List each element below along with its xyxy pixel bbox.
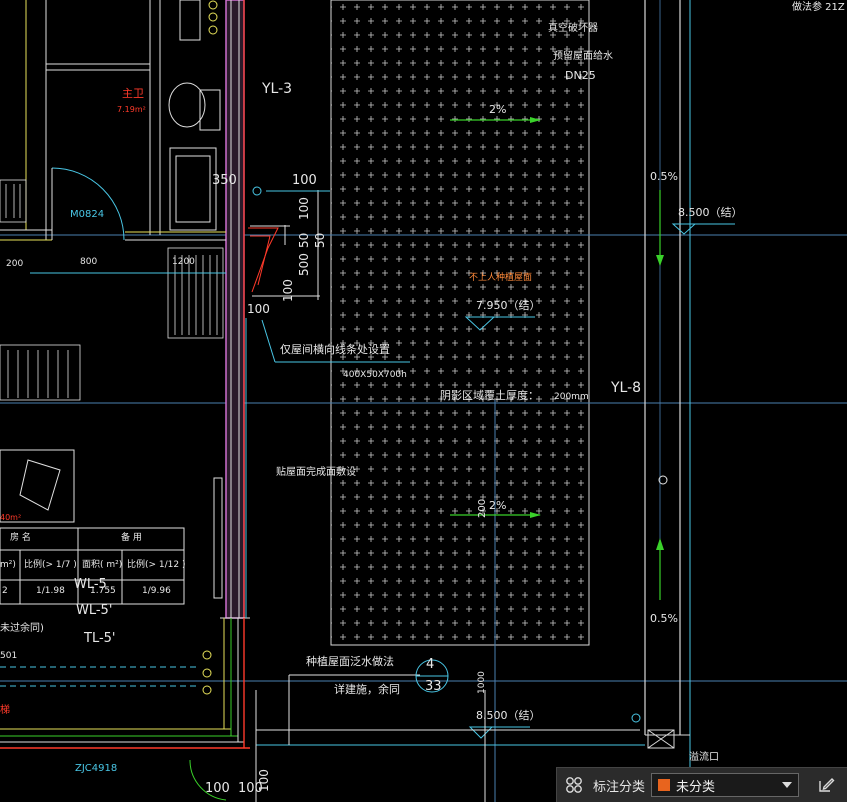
table-header-2: 备 用 (121, 533, 142, 543)
label-planting-roof: 种植屋面泛水做法 (306, 655, 394, 668)
edit-icon[interactable] (809, 768, 843, 802)
category-selected-value: 未分类 (676, 778, 716, 794)
label-master-area: 7.19m² (117, 105, 146, 114)
label-wl5b: WL-5' (76, 603, 113, 618)
label-roof-finish: 贴屋面完成面敷设 (276, 467, 356, 478)
dim-100-d: 100 (205, 781, 230, 796)
table-r1b: 比例(> 1/7 ) (24, 560, 77, 570)
dim-1200: 1200 (172, 257, 195, 267)
callout-sheet: 33 (425, 679, 442, 694)
label-elev-8500-bottom: 8.500（结） (476, 709, 541, 722)
category-color-swatch (658, 779, 671, 791)
label-reserved-water: 预留屋面给水 (553, 51, 613, 62)
table-r2b: 1/1.98 (36, 586, 65, 596)
dim-1000: 1000 (477, 671, 487, 694)
label-zjc4918: ZJC4918 (75, 763, 118, 774)
grid-icon[interactable] (557, 768, 591, 802)
dim-200-h: 200 (6, 259, 24, 269)
dim-500: 500 (297, 253, 311, 276)
table-r1c: 面积( m²) (82, 560, 123, 570)
annotation-category-dropdown[interactable]: 未分类 (651, 773, 800, 797)
dim-50-a: 50 (297, 232, 311, 248)
dim-100-a: 100 (292, 173, 317, 188)
annotation-category-label: 标注分类 (593, 778, 646, 794)
label-elev-8500-top: 8.500（结） (678, 206, 743, 219)
dim-800: 800 (80, 257, 98, 267)
label-slope-top: 2% (489, 103, 507, 116)
table-r2d: 1/9.96 (142, 586, 171, 596)
label-nonhuman-roof: 不上人种植屋面 (469, 273, 533, 283)
dim-50-b: 50 (313, 232, 327, 248)
label-slope-right-top: 0.5% (650, 170, 678, 183)
label-overflow: 溢流口 (689, 752, 719, 763)
annotation-toolbar: 标注分类 未分类 (556, 767, 847, 802)
chevron-down-icon (782, 782, 793, 788)
label-wl5a: WL-5 (74, 577, 107, 592)
callout-number: 4 (426, 657, 435, 672)
dim-100-b: 100 (281, 279, 295, 302)
label-not-included: 未过余同) (0, 623, 44, 634)
label-elev-7950: 7.950（结） (476, 299, 541, 312)
label-yl8: YL-8 (611, 380, 642, 396)
dim-100-f: 100 (257, 769, 271, 792)
dim-501: 501 (0, 651, 18, 661)
table-header-1: 房 名 (10, 533, 31, 543)
label-note-beam: 仅屋间横向线条处设置 (280, 343, 390, 356)
label-door-m0824: M0824 (70, 209, 105, 220)
label-master-bath: 主卫 (122, 87, 144, 100)
label-stair: 梯 (0, 705, 10, 716)
label-vacuum-breaker: 真空破坏器 (548, 23, 598, 34)
label-tl5: TL-5' (84, 631, 116, 646)
label-room-area: 40m² (0, 513, 22, 522)
label-beam-size: 400X50X700h (343, 370, 407, 380)
label-slope-right-bottom: 0.5% (650, 612, 678, 625)
dim-200-v: 200 (477, 498, 488, 518)
dim-100-v: 100 (297, 197, 311, 220)
label-dn25: DN25 (565, 69, 596, 82)
table-r1d: 比例(> 1/12 ) (127, 560, 186, 570)
label-see-text: 做法参 21Z (792, 2, 845, 13)
cad-drawing-canvas[interactable] (0, 0, 847, 802)
planting-roof-hatch (330, 0, 590, 646)
label-shadow-soil: 阴影区域覆土厚度： (440, 389, 539, 402)
dim-100-c: 100 (247, 302, 270, 316)
dim-350: 350 (212, 173, 237, 188)
label-detail-ref: 详建施，余同 (334, 683, 400, 696)
table-r2a: 2 (2, 586, 8, 596)
table-r1a: m²) (0, 560, 16, 570)
label-slope-mid: 2% (489, 499, 507, 512)
label-yl3: YL-3 (262, 81, 293, 97)
label-soil-200: 200mm (554, 392, 589, 402)
